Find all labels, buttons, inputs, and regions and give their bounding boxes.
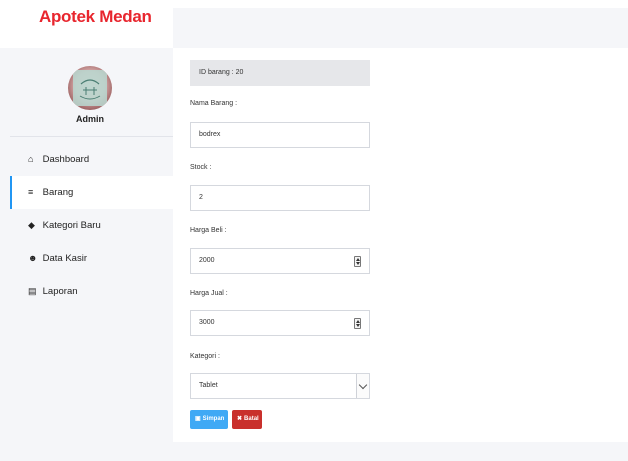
sidebar-item-label: Kategori Baru	[42, 220, 101, 231]
book-icon: ▤	[28, 286, 37, 296]
stock-label: Stock :	[190, 164, 212, 171]
save-icon: ▣	[195, 416, 201, 422]
sidebar: Admin ⌂ Dashboard ≡ Barang ◆ Kategori Ba…	[0, 48, 173, 461]
sidebar-item-label: Barang	[42, 187, 74, 198]
sidebar-divider	[10, 136, 173, 137]
home-icon: ⌂	[28, 154, 34, 164]
harga-beli-value: 2000	[199, 257, 215, 264]
user-name: Admin	[76, 114, 104, 124]
number-spinner-icon[interactable]	[354, 256, 361, 267]
avatar	[68, 66, 112, 110]
avatar-logo-icon	[73, 70, 107, 106]
harga-jual-value: 3000	[199, 319, 215, 326]
chevron-down-icon[interactable]	[356, 374, 369, 398]
edit-item-form: ID barang : 20 Nama Barang : bodrex Stoc…	[173, 48, 628, 461]
close-icon: ✖	[237, 416, 243, 422]
harga-jual-input[interactable]: 3000	[190, 310, 370, 336]
harga-beli-input[interactable]: 2000	[190, 248, 370, 274]
sidebar-item-data-kasir[interactable]: ☻ Data Kasir	[10, 242, 173, 275]
sidebar-item-label: Data Kasir	[42, 253, 87, 264]
sidebar-item-laporan[interactable]: ▤ Laporan	[10, 275, 173, 308]
bars-icon: ≡	[28, 187, 34, 197]
sidebar-item-kategori-baru[interactable]: ◆ Kategori Baru	[10, 209, 173, 242]
tag-icon: ◆	[28, 220, 35, 230]
save-button-label: Simpan	[202, 416, 225, 422]
stock-value: 2	[199, 194, 203, 201]
harga-beli-label: Harga Beli :	[190, 227, 227, 234]
nama-barang-input[interactable]: bodrex	[190, 122, 370, 148]
users-icon: ☻	[28, 253, 38, 263]
nama-barang-value: bodrex	[199, 131, 221, 138]
harga-jual-label: Harga Jual :	[190, 290, 228, 297]
stock-input[interactable]: 2	[190, 185, 370, 211]
top-bar: Apotek Medan	[0, 0, 628, 48]
sidebar-nav: ⌂ Dashboard ≡ Barang ◆ Kategori Baru ☻ D…	[10, 143, 173, 308]
top-bar-fill	[173, 8, 628, 48]
sidebar-item-label: Laporan	[42, 286, 78, 297]
id-barang-field: ID barang : 20	[190, 60, 370, 86]
nama-barang-label: Nama Barang :	[190, 100, 238, 107]
sidebar-item-label: Dashboard	[42, 154, 90, 165]
save-button[interactable]: ▣ Simpan	[190, 410, 228, 429]
content-footer	[173, 442, 628, 461]
app-title[interactable]: Apotek Medan	[39, 7, 152, 27]
kategori-select[interactable]: Tablet	[190, 373, 370, 399]
sidebar-item-dashboard[interactable]: ⌂ Dashboard	[10, 143, 173, 176]
kategori-value: Tablet	[199, 382, 218, 389]
cancel-button-label: Batal	[244, 416, 259, 422]
sidebar-item-barang[interactable]: ≡ Barang	[10, 176, 173, 209]
number-spinner-icon[interactable]	[354, 318, 361, 329]
kategori-label: Kategori :	[190, 353, 220, 360]
cancel-button[interactable]: ✖ Batal	[232, 410, 262, 429]
